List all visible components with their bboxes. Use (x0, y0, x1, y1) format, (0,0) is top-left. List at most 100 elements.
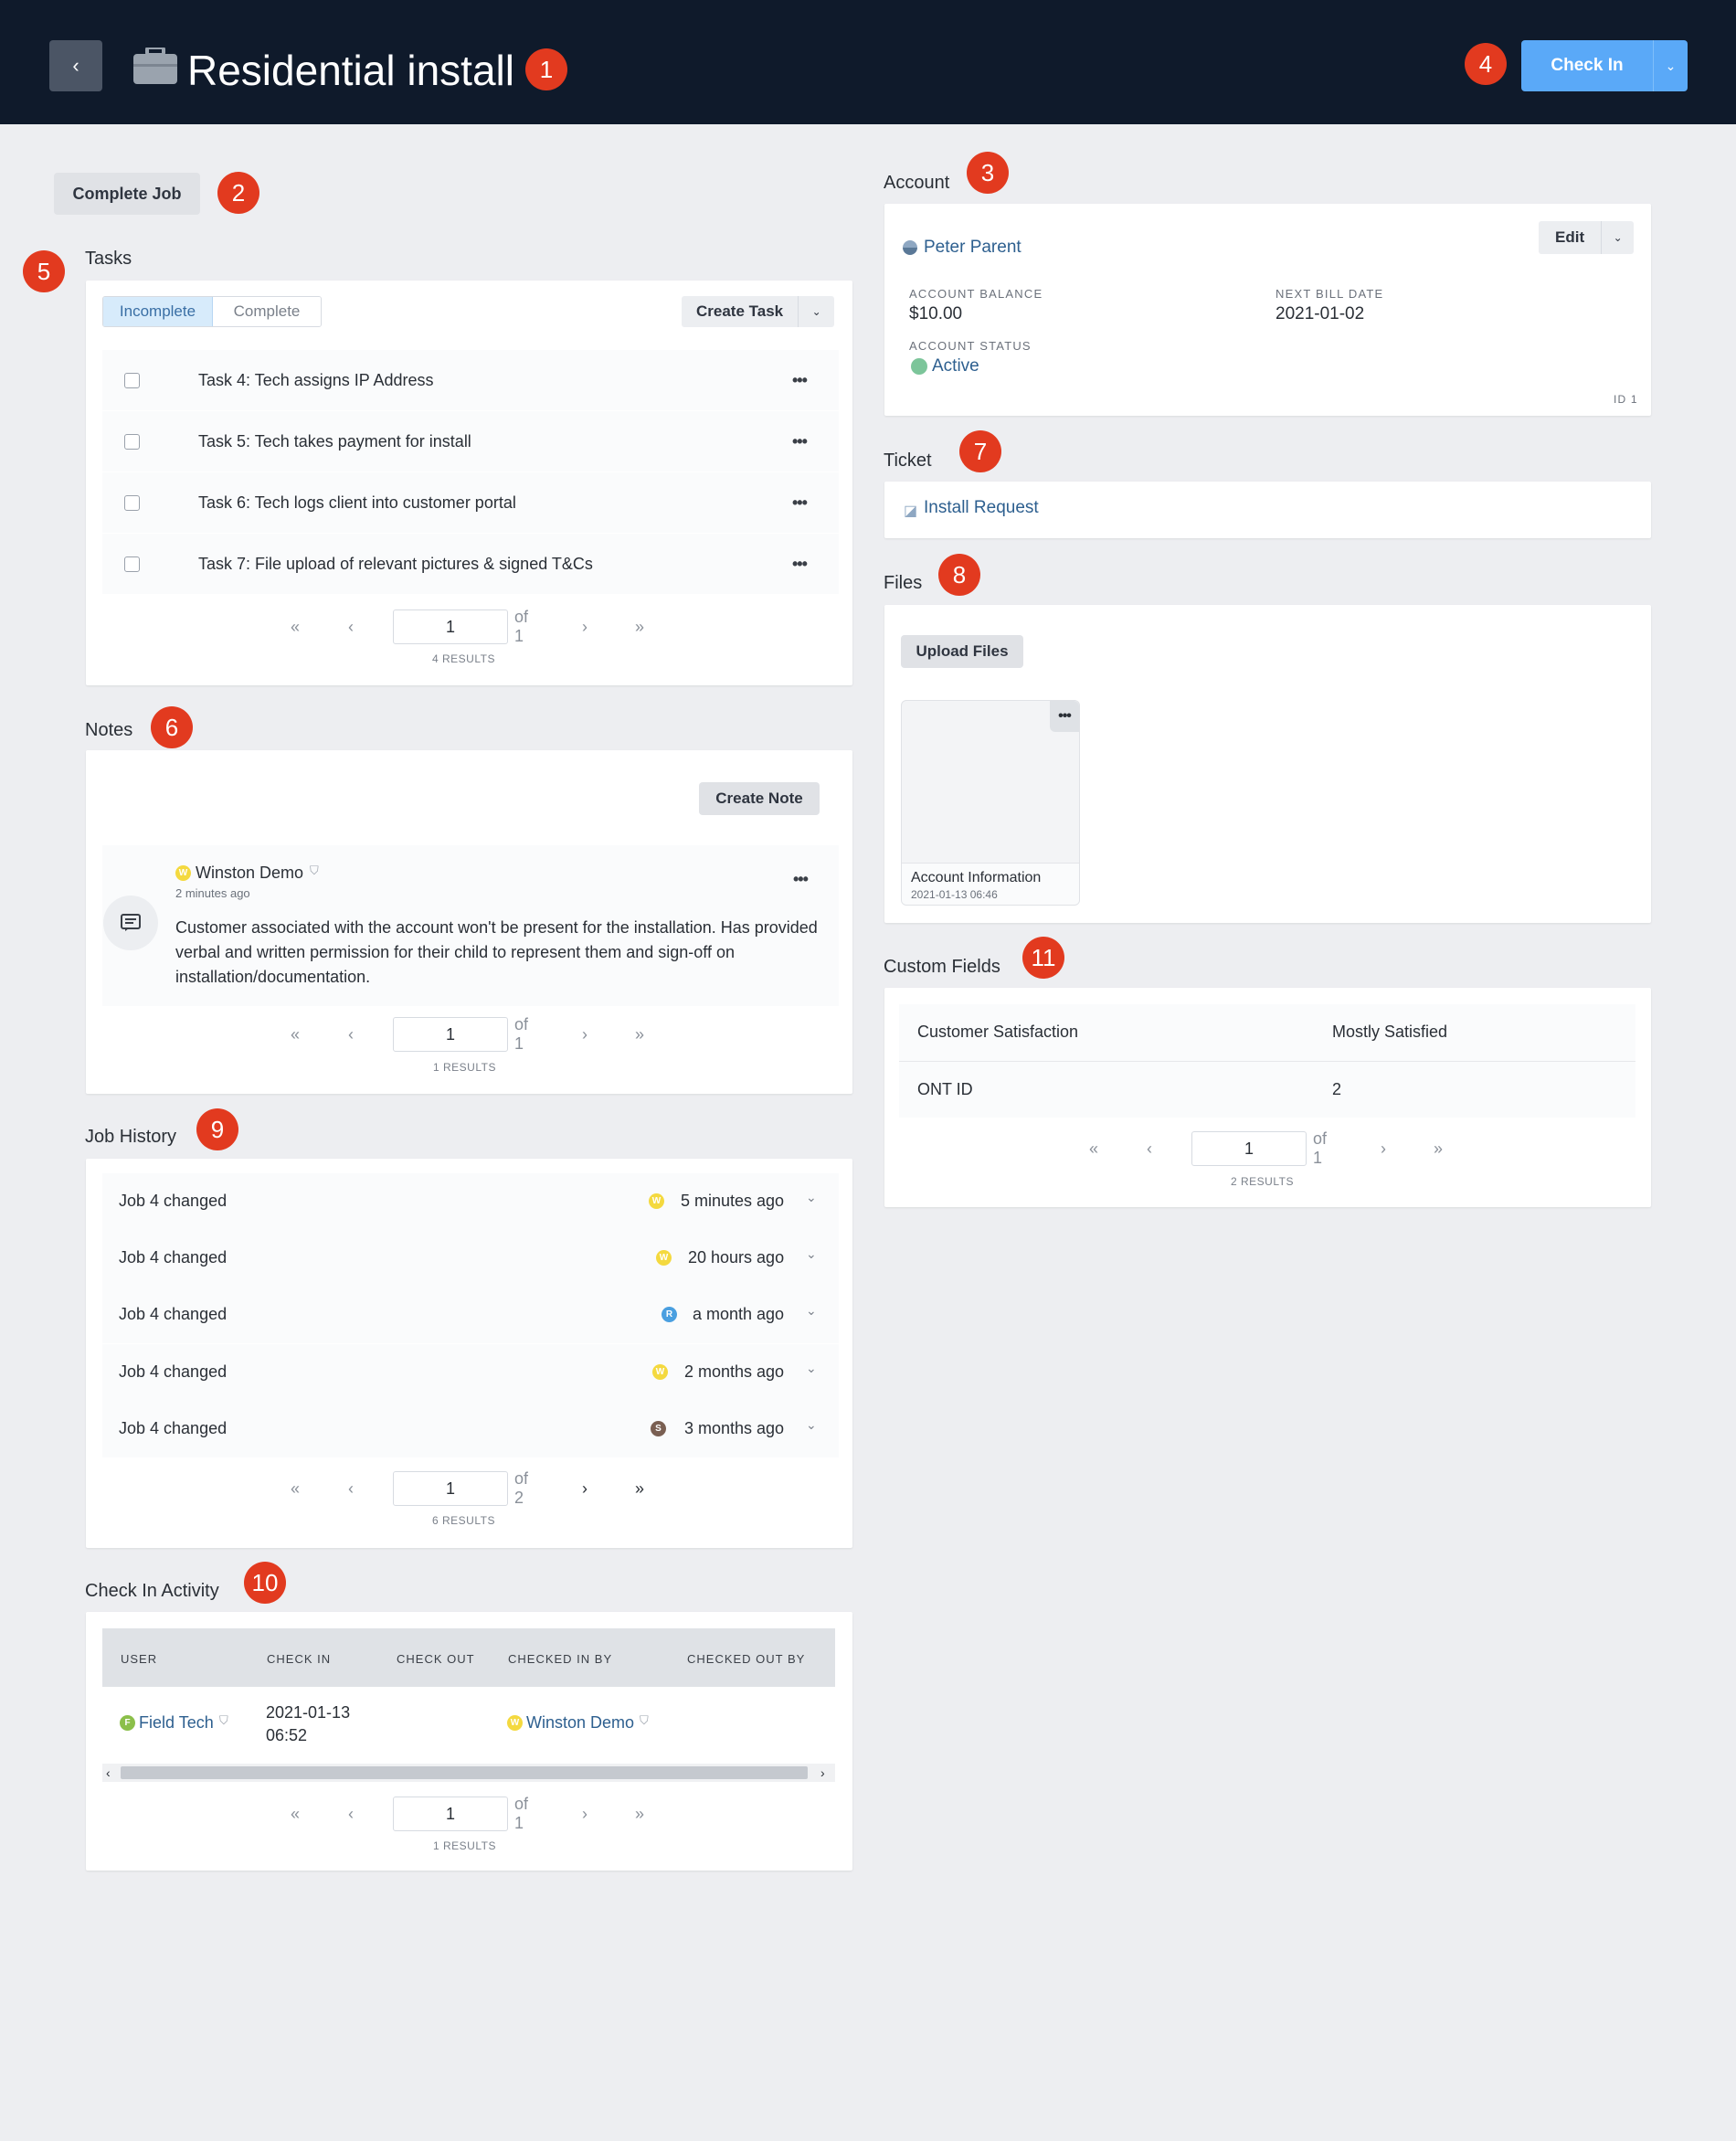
task-checkbox[interactable] (124, 372, 140, 388)
account-balance-label: ACCOUNT BALANCE (909, 287, 1043, 301)
note-author[interactable]: Winston Demo (196, 864, 303, 883)
task-title: Task 7: File upload of relevant pictures… (198, 554, 593, 573)
page-input[interactable]: 1 (393, 1017, 508, 1052)
last-page-icon[interactable]: » (1434, 1139, 1443, 1159)
chevron-down-icon[interactable]: ⌄ (798, 296, 834, 327)
task-checkbox[interactable] (124, 494, 140, 511)
account-name-link[interactable]: Peter Parent (924, 238, 1021, 258)
page-count: of 1 (514, 608, 529, 645)
history-row[interactable]: Job 4 changed R a month ago ⌄ (102, 1287, 839, 1343)
last-page-icon[interactable]: » (635, 1025, 644, 1044)
check-in-button[interactable]: Check In ⌄ (1521, 40, 1688, 91)
file-name: Account Information (911, 870, 1042, 885)
next-page-icon[interactable]: › (582, 1025, 587, 1044)
last-page-icon[interactable]: » (635, 1479, 644, 1499)
avatar: S (651, 1421, 666, 1436)
first-page-icon[interactable]: « (1089, 1139, 1098, 1159)
file-caption: Account Information 2021-01-13 06:46 (902, 863, 1079, 905)
first-page-icon[interactable]: « (291, 1479, 300, 1499)
more-options-icon[interactable]: ••• (792, 493, 808, 513)
more-options-icon[interactable]: ••• (792, 432, 808, 451)
briefcase-icon (133, 48, 177, 84)
history-text: Job 4 changed (119, 1192, 228, 1210)
more-options-icon[interactable]: ••• (792, 371, 808, 390)
more-options-icon[interactable]: ••• (1050, 701, 1079, 732)
table-header: USER CHECK IN CHECK OUT CHECKED IN BY CH… (102, 1628, 835, 1687)
chevron-down-icon[interactable]: ⌄ (806, 1417, 817, 1433)
chevron-right-icon[interactable]: › (820, 1764, 825, 1782)
annotation-marker-11: 11 (1022, 937, 1064, 979)
tab-complete[interactable]: Complete (213, 297, 321, 326)
create-task-button[interactable]: Create Task ⌄ (682, 296, 835, 327)
history-row[interactable]: Job 4 changed W 20 hours ago ⌄ (102, 1230, 839, 1287)
column-checked-out-by[interactable]: CHECKED OUT BY (687, 1652, 805, 1666)
last-page-icon[interactable]: » (635, 1805, 644, 1824)
custom-field-value: Mostly Satisfied (1332, 1023, 1448, 1041)
last-page-icon[interactable]: » (635, 618, 644, 637)
next-page-icon[interactable]: › (582, 1479, 587, 1499)
file-card[interactable]: ••• Account Information 2021-01-13 06:46 (901, 700, 1080, 906)
first-page-icon[interactable]: « (291, 1025, 300, 1044)
annotation-marker-7: 7 (959, 430, 1001, 472)
column-checked-in-by[interactable]: CHECKED IN BY (508, 1652, 612, 1666)
custom-fields-label: Custom Fields (884, 957, 1000, 977)
first-page-icon[interactable]: « (291, 1805, 300, 1824)
more-options-icon[interactable]: ••• (792, 555, 808, 574)
custom-field-row: ONT ID 2 (899, 1061, 1635, 1118)
next-page-icon[interactable]: › (1381, 1139, 1386, 1159)
ticket-link[interactable]: Install Request (924, 498, 1039, 518)
upload-files-button[interactable]: Upload Files (901, 635, 1023, 668)
page-input[interactable]: 1 (393, 1797, 508, 1831)
create-note-button[interactable]: Create Note (699, 782, 820, 815)
page-input[interactable]: 1 (393, 609, 508, 644)
annotation-marker-6: 6 (151, 706, 193, 748)
chevron-down-icon[interactable]: ⌄ (806, 1361, 817, 1376)
chevron-down-icon[interactable]: ⌄ (1601, 221, 1634, 254)
files-label: Files (884, 573, 923, 593)
history-row[interactable]: Job 4 changed W 2 months ago ⌄ (102, 1344, 839, 1401)
prev-page-icon[interactable]: ‹ (348, 1479, 354, 1499)
task-checkbox[interactable] (124, 556, 140, 572)
prev-page-icon[interactable]: ‹ (1147, 1139, 1152, 1159)
avatar: W (652, 1364, 668, 1380)
chevron-down-icon[interactable]: ⌄ (806, 1190, 817, 1205)
column-user[interactable]: USER (121, 1652, 157, 1666)
annotation-marker-8: 8 (938, 554, 980, 596)
next-page-icon[interactable]: › (582, 618, 587, 637)
back-icon: ‹ (72, 54, 79, 77)
file-date: 2021-01-13 06:46 (911, 888, 998, 901)
prev-page-icon[interactable]: ‹ (348, 618, 354, 637)
annotation-marker-3: 3 (967, 152, 1009, 194)
more-options-icon[interactable]: ••• (793, 870, 809, 889)
chevron-down-icon[interactable]: ⌄ (806, 1303, 817, 1319)
column-check-in[interactable]: CHECK IN (267, 1652, 331, 1666)
chevron-left-icon[interactable]: ‹ (106, 1764, 111, 1782)
history-time: 2 months ago (684, 1362, 785, 1381)
column-check-out[interactable]: CHECK OUT (397, 1652, 475, 1666)
chevron-down-icon[interactable]: ⌄ (806, 1246, 817, 1262)
back-button[interactable]: ‹ (49, 40, 102, 91)
task-checkbox[interactable] (124, 433, 140, 450)
user-link[interactable]: Field Tech (139, 1713, 214, 1733)
scrollbar-thumb[interactable] (121, 1766, 808, 1779)
chevron-down-icon[interactable]: ⌄ (1653, 40, 1688, 91)
history-row[interactable]: Job 4 changed S 3 months ago ⌄ (102, 1401, 839, 1457)
tab-incomplete[interactable]: Incomplete (103, 297, 213, 326)
prev-page-icon[interactable]: ‹ (348, 1025, 354, 1044)
page-input[interactable]: 1 (1191, 1131, 1307, 1166)
edit-account-button[interactable]: Edit ⌄ (1539, 221, 1635, 254)
job-history-label: Job History (85, 1127, 177, 1147)
complete-job-button[interactable]: Complete Job (54, 173, 200, 215)
page-input[interactable]: 1 (393, 1471, 508, 1506)
horizontal-scrollbar[interactable]: ‹ › (102, 1764, 835, 1782)
task-row: Task 5: Tech takes payment for install •… (102, 411, 839, 472)
note-icon (103, 896, 158, 950)
next-page-icon[interactable]: › (582, 1805, 587, 1824)
history-text: Job 4 changed (119, 1362, 228, 1381)
checked-in-by-link[interactable]: Winston Demo (526, 1713, 634, 1733)
task-row: Task 6: Tech logs client into customer p… (102, 472, 839, 533)
history-row[interactable]: Job 4 changed W 5 minutes ago ⌄ (102, 1173, 839, 1230)
first-page-icon[interactable]: « (291, 618, 300, 637)
next-bill-date: 2021-01-02 (1276, 304, 1365, 323)
prev-page-icon[interactable]: ‹ (348, 1805, 354, 1824)
